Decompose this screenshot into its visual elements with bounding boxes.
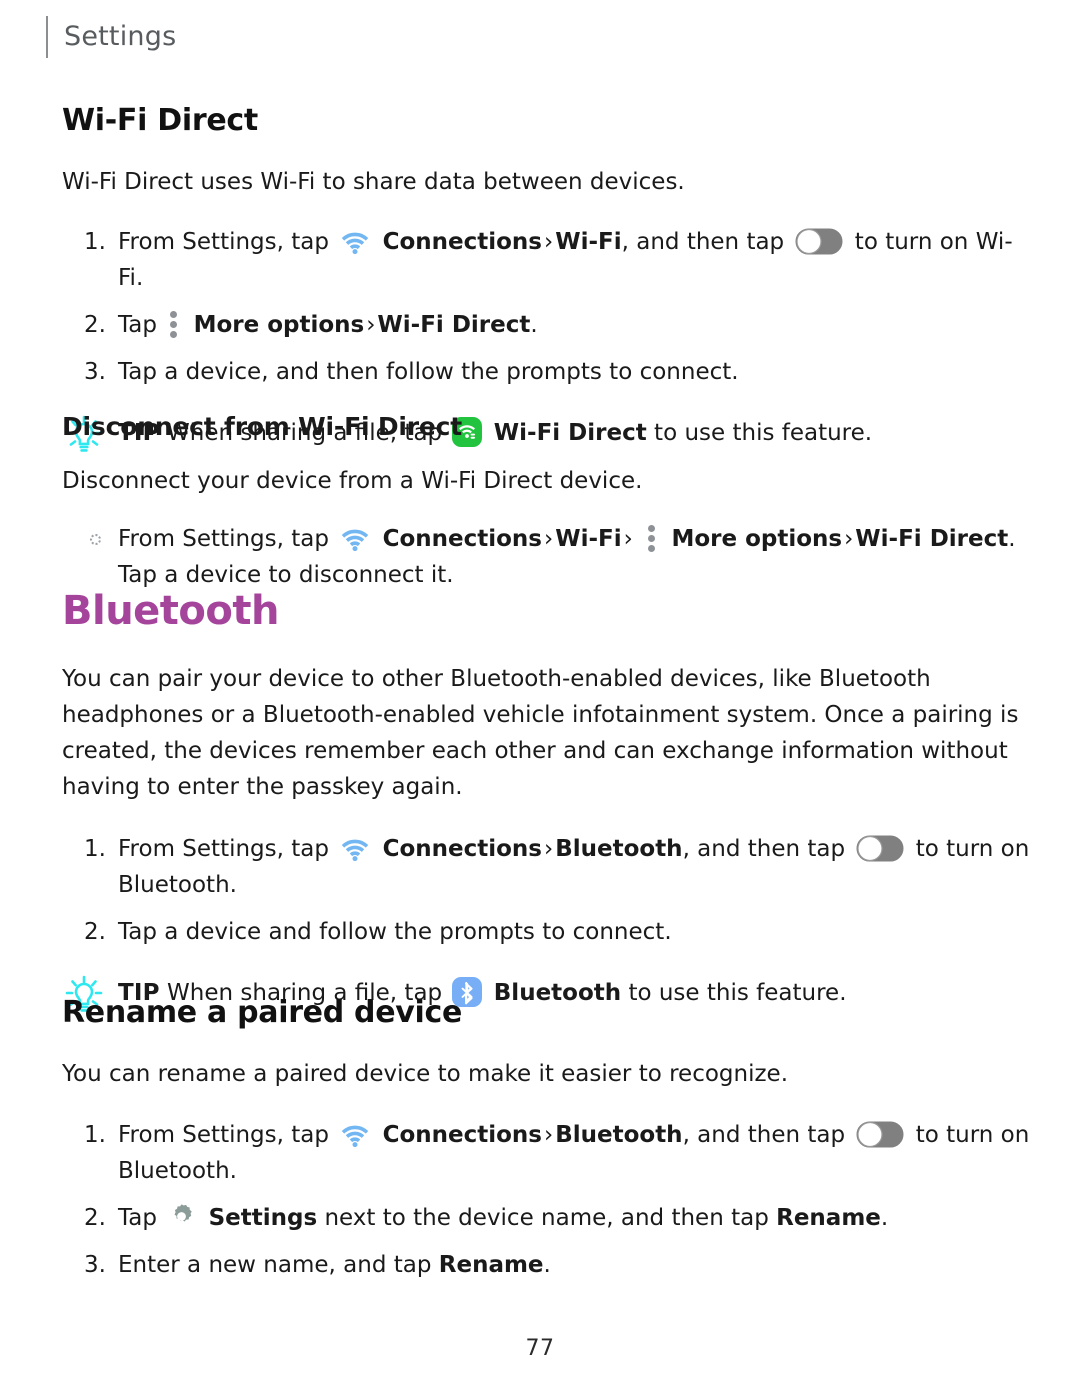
bullet-bold-connections: Connections	[382, 526, 542, 552]
more-options-icon	[170, 311, 178, 338]
separator: ›	[844, 526, 854, 552]
page-number: 77	[525, 1336, 555, 1361]
step-text-post: .	[880, 1205, 889, 1231]
wifi-direct-steps: 1. From Settings, tap Connections›Wi-Fi,…	[62, 224, 1025, 390]
step-marker: 2.	[84, 312, 106, 338]
page-title: Settings	[64, 21, 177, 52]
disconnect-bullets: From Settings, tap Connections›Wi-Fi› Mo…	[62, 521, 1030, 593]
heading-disconnect: Disconnect from Wi-Fi Direct	[62, 412, 463, 441]
list-item: 1. From Settings, tap Connections›Wi-Fi,…	[62, 224, 1025, 296]
step-text-pre: From Settings, tap	[118, 229, 329, 255]
separator: ›	[544, 836, 554, 862]
step-text-mid: , and then tap	[621, 229, 785, 255]
wifi-icon	[339, 526, 371, 552]
step-text-pre: Tap	[118, 1205, 157, 1231]
heading-wifi-direct: Wi-Fi Direct	[62, 103, 258, 138]
step-text-mid: , and then tap	[682, 836, 846, 862]
wifi-icon	[339, 836, 371, 862]
header-rule	[46, 16, 48, 58]
step-bold-rename: Rename	[776, 1205, 881, 1231]
separator: ›	[544, 526, 554, 552]
list-item: 3. Tap a device, and then follow the pro…	[62, 354, 1025, 390]
step-text-pre: From Settings, tap	[118, 1122, 329, 1148]
step-bold-rename: Rename	[438, 1252, 544, 1278]
bullet-bold-more-options: More options	[671, 526, 843, 552]
step-text-mid: next to the device name, and then tap	[324, 1205, 769, 1231]
step-text-pre: Enter a new name, and tap	[118, 1252, 432, 1278]
wifi-icon	[339, 229, 371, 255]
bluetooth-intro: You can pair your device to other Blueto…	[62, 666, 1019, 800]
bullet-icon	[90, 534, 101, 545]
step-bold-connections: Connections	[382, 1122, 542, 1148]
wifi-direct-intro: Wi-Fi Direct uses Wi-Fi to share data be…	[62, 169, 685, 195]
bullet-text-pre: From Settings, tap	[118, 526, 329, 552]
step-marker: 3.	[84, 359, 106, 385]
step-text-post: .	[530, 312, 538, 338]
step-marker: 1.	[84, 229, 106, 255]
step-marker: 1.	[84, 1122, 106, 1148]
separator: ›	[544, 229, 554, 255]
bluetooth-steps: 1. From Settings, tap Connections›Blueto…	[62, 831, 1030, 950]
wifi-icon	[339, 1122, 371, 1148]
list-item: From Settings, tap Connections›Wi-Fi› Mo…	[62, 521, 1030, 593]
bullet-bold-wifi: Wi-Fi	[555, 526, 622, 552]
step-marker: 2.	[84, 919, 106, 945]
step-text-pre: Tap	[118, 312, 157, 338]
step-text-mid: , and then tap	[682, 1122, 846, 1148]
step-text-post: .	[543, 1252, 551, 1278]
step-marker: 3.	[84, 1252, 106, 1278]
heading-rename: Rename a paired device	[62, 995, 463, 1030]
toggle-switch-icon	[795, 228, 843, 255]
list-item: 1. From Settings, tap Connections›Blueto…	[62, 831, 1030, 903]
list-item: 2. Tap Settings next to the device name,…	[62, 1200, 1030, 1236]
step-bold-connections: Connections	[382, 229, 542, 255]
section-rename: Rename a paired device You can rename a …	[62, 995, 1030, 1294]
step-bold-connections: Connections	[382, 836, 542, 862]
list-item: 2. Tap a device and follow the prompts t…	[62, 914, 1030, 950]
running-header: Settings	[46, 16, 176, 58]
section-wifi-direct: Wi-Fi Direct Wi-Fi Direct uses Wi-Fi to …	[62, 103, 1025, 452]
step-bold-settings: Settings	[208, 1205, 318, 1231]
separator: ›	[544, 1122, 554, 1148]
list-item: 2. Tap More options›Wi-Fi Direct.	[62, 307, 1025, 343]
rename-steps: 1. From Settings, tap Connections›Blueto…	[62, 1117, 1030, 1283]
step-marker: 2.	[84, 1205, 106, 1231]
gear-icon	[168, 1203, 195, 1230]
step-text: Tap a device, and then follow the prompt…	[118, 359, 739, 385]
separator: ›	[623, 526, 633, 552]
step-bold-more-options: More options	[193, 312, 365, 338]
heading-bluetooth: Bluetooth	[62, 588, 279, 634]
separator: ›	[366, 312, 376, 338]
bullet-bold-wifi-direct: Wi-Fi Direct	[855, 526, 1009, 552]
step-bold-bluetooth: Bluetooth	[555, 1122, 683, 1148]
disconnect-intro: Disconnect your device from a Wi-Fi Dire…	[62, 468, 643, 494]
step-text: Tap a device and follow the prompts to c…	[118, 919, 672, 945]
list-item: 1. From Settings, tap Connections›Blueto…	[62, 1117, 1030, 1189]
more-options-icon	[648, 525, 656, 552]
section-bluetooth: Bluetooth You can pair your device to ot…	[62, 588, 1030, 1012]
toggle-switch-icon	[856, 835, 904, 862]
list-item: 3. Enter a new name, and tap Rename.	[62, 1247, 1030, 1283]
toggle-switch-icon	[856, 1121, 904, 1148]
step-bold-wifi-direct: Wi-Fi Direct	[377, 312, 531, 338]
step-text-pre: From Settings, tap	[118, 836, 329, 862]
rename-intro: You can rename a paired device to make i…	[62, 1061, 789, 1087]
step-marker: 1.	[84, 836, 106, 862]
step-bold-bluetooth: Bluetooth	[555, 836, 683, 862]
step-bold-wifi: Wi-Fi	[555, 229, 622, 255]
section-disconnect: Disconnect from Wi-Fi Direct Disconnect …	[62, 412, 1030, 604]
document-page: Settings Wi-Fi Direct Wi-Fi Direct uses …	[0, 0, 1080, 1397]
